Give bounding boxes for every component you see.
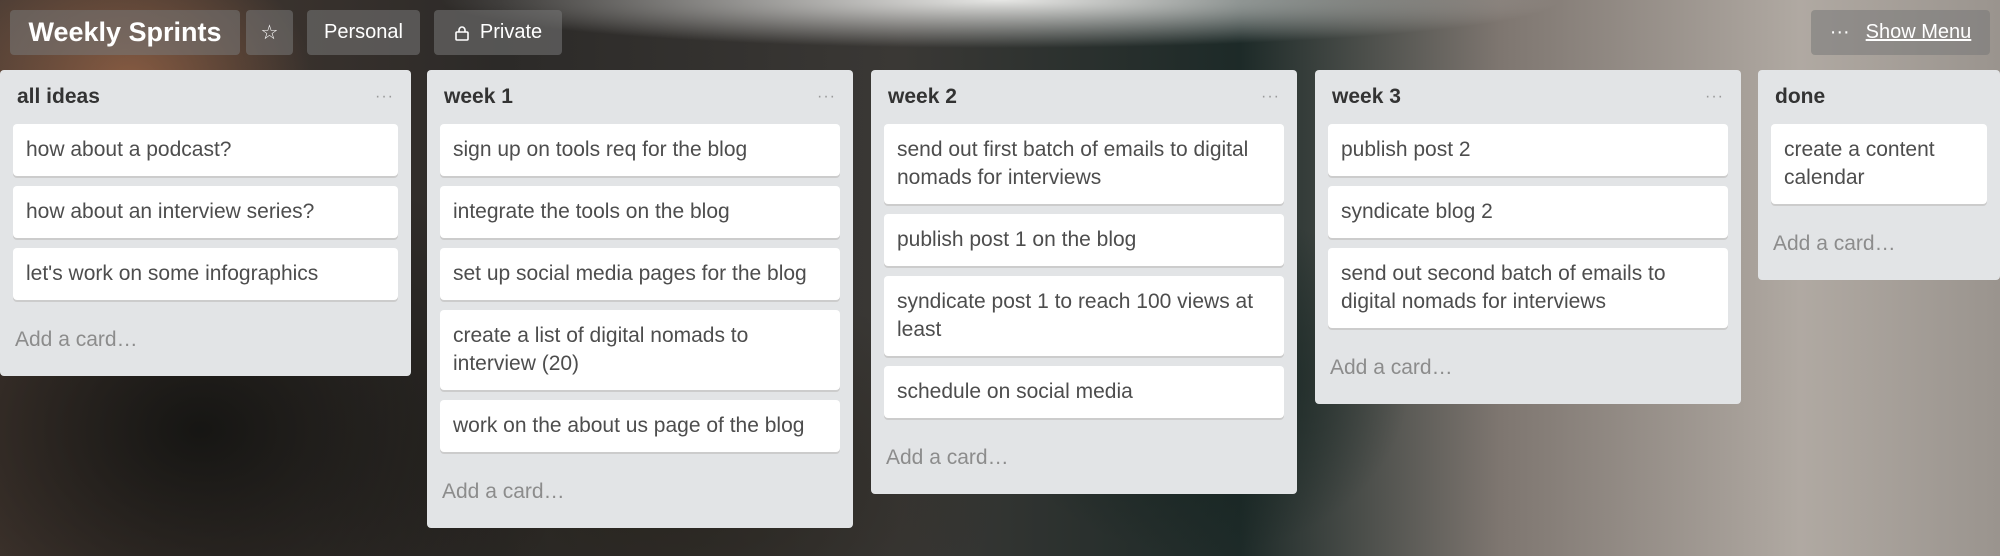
board-title[interactable]: Weekly Sprints [10, 10, 240, 55]
card[interactable]: let's work on some infographics [13, 248, 398, 300]
card[interactable]: publish post 2 [1328, 124, 1728, 176]
card[interactable]: syndicate blog 2 [1328, 186, 1728, 238]
add-card-button[interactable]: Add a card… [1771, 214, 1987, 280]
list-title[interactable]: done [1775, 85, 1825, 109]
show-menu-button[interactable]: ··· Show Menu [1811, 10, 1990, 55]
list-menu-icon[interactable]: ··· [1705, 88, 1724, 106]
list-menu-icon[interactable]: ··· [1261, 88, 1280, 106]
show-menu-label: Show Menu [1865, 21, 1972, 43]
card[interactable]: how about a podcast? [13, 124, 398, 176]
card[interactable]: publish post 1 on the blog [884, 214, 1284, 266]
visibility-button[interactable]: Private [434, 10, 562, 55]
list-week-3: week 3 ··· publish post 2 syndicate blog 2 s… [1315, 70, 1741, 404]
card[interactable]: send out second batch of emails to digit… [1328, 248, 1728, 328]
card[interactable]: integrate the tools on the blog [440, 186, 840, 238]
card[interactable]: set up social media pages for the blog [440, 248, 840, 300]
list-header: all ideas ··· [13, 70, 398, 124]
list-week-2: week 2 ··· send out first batch of emails … [871, 70, 1297, 494]
add-card-button[interactable]: Add a card… [440, 462, 840, 528]
add-card-button[interactable]: Add a card… [884, 428, 1284, 494]
card[interactable]: create a content calendar [1771, 124, 1987, 204]
list-menu-icon[interactable]: ··· [375, 88, 394, 106]
visibility-label: Private [479, 21, 543, 43]
list-done: done create a content calendar Add a card… [1758, 70, 2000, 280]
list-header: week 1 ··· [440, 70, 840, 124]
add-card-button[interactable]: Add a card… [13, 310, 398, 376]
card[interactable]: send out first batch of emails to digita… [884, 124, 1284, 204]
list-title[interactable]: week 1 [444, 85, 513, 109]
list-header: week 2 ··· [884, 70, 1284, 124]
lock-icon [455, 25, 469, 41]
add-card-button[interactable]: Add a card… [1328, 338, 1728, 404]
card[interactable]: how about an interview series? [13, 186, 398, 238]
team-button[interactable]: Personal [307, 10, 420, 55]
list-week-1: week 1 ··· sign up on tools req for the bl… [427, 70, 853, 528]
card[interactable]: schedule on social media [884, 366, 1284, 418]
card[interactable]: create a list of digital nomads to inter… [440, 310, 840, 390]
list-title[interactable]: all ideas [17, 85, 100, 109]
list-header: week 3 ··· [1328, 70, 1728, 124]
more-icon: ··· [1829, 21, 1850, 43]
list-header: done [1771, 70, 1987, 124]
list-title[interactable]: week 2 [888, 85, 957, 109]
list-menu-icon[interactable]: ··· [817, 88, 836, 106]
card[interactable]: work on the about us page of the blog [440, 400, 840, 452]
list-title[interactable]: week 3 [1332, 85, 1401, 109]
card[interactable]: syndicate post 1 to reach 100 views at l… [884, 276, 1284, 356]
list-all-ideas: all ideas ··· how about a podcast? how abou… [0, 70, 411, 376]
card[interactable]: sign up on tools req for the blog [440, 124, 840, 176]
star-icon[interactable]: ☆ [246, 10, 293, 55]
